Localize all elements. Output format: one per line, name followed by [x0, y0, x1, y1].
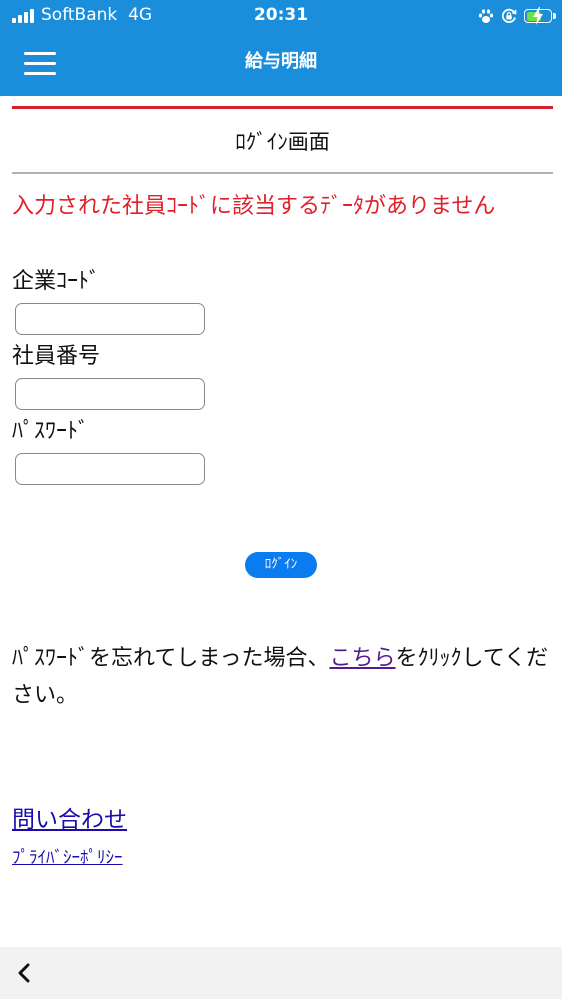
paw-icon: [478, 8, 494, 23]
error-message: 入力された社員ｺｰﾄﾞに該当するﾃﾞｰﾀがありません: [12, 194, 496, 219]
forgot-password-link[interactable]: こちら: [329, 646, 395, 671]
status-bar: SoftBank 4G 20:31: [0, 0, 562, 32]
forgot-password-text: ﾊﾟｽﾜｰﾄﾞを忘れてしまった場合、こちらをｸﾘｯｸしてください。: [12, 640, 552, 714]
app-top-bar: SoftBank 4G 20:31 給与明細: [0, 0, 562, 96]
battery-cap: [553, 13, 556, 19]
forgot-password-prefix: ﾊﾟｽﾜｰﾄﾞを忘れてしまった場合、: [12, 646, 330, 671]
privacy-policy-link[interactable]: ﾌﾟﾗｲﾊﾞｼｰﾎﾟﾘｼｰ: [12, 846, 123, 870]
login-screen-title: ﾛｸﾞｲﾝ画面: [235, 130, 330, 154]
page-title: 給与明細: [245, 51, 317, 72]
employee-number-label: 社員番号: [12, 344, 101, 369]
password-field[interactable]: [15, 453, 205, 485]
password-label: ﾊﾟｽﾜｰﾄﾞ: [12, 419, 90, 444]
accent-divider: [12, 106, 553, 109]
app-header: 給与明細: [0, 32, 562, 96]
title-divider: [12, 172, 553, 174]
orientation-lock-icon: [501, 8, 517, 23]
charging-bolt-icon: [533, 7, 543, 25]
bottom-toolbar: [0, 947, 562, 999]
employee-number-field[interactable]: [15, 378, 205, 410]
contact-link[interactable]: 問い合わせ: [12, 804, 127, 836]
company-code-field[interactable]: [15, 303, 205, 335]
company-code-label: 企業ｺｰﾄﾞ: [12, 269, 101, 294]
battery-charging-icon: [524, 7, 556, 25]
back-button[interactable]: [10, 959, 38, 987]
status-icons: [478, 6, 556, 26]
chevron-left-icon: [18, 963, 30, 983]
login-button[interactable]: ﾛｸﾞｲﾝ: [245, 552, 317, 578]
